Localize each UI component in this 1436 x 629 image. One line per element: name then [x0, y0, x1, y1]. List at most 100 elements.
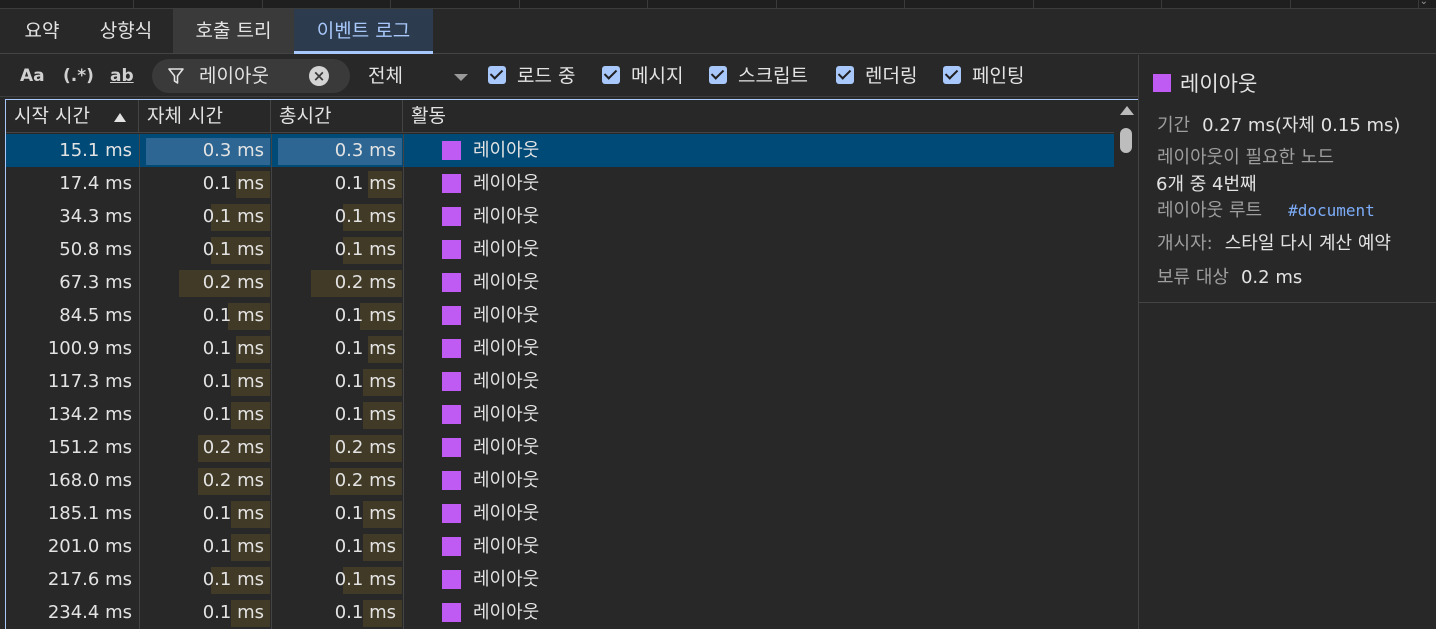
column-total-time[interactable]: 총시간 [271, 100, 403, 133]
self-time-text: 0.3 ms [202, 140, 264, 161]
table-row[interactable]: 17.4 ms 0.1 ms 0.1 ms 레이아웃 [6, 167, 1114, 200]
checkbox-label: 렌더링 [865, 65, 918, 87]
initiator-row: 개시자: 스타일 다시 계산 예약 [1157, 229, 1391, 255]
table-row[interactable]: 185.1 ms 0.1 ms 0.1 ms 레이아웃 [6, 497, 1114, 530]
layout-root-row: 레이아웃 루트 #document [1157, 196, 1375, 222]
dropdown-arrow-icon [454, 74, 468, 81]
table-row[interactable]: 117.3 ms 0.1 ms 0.1 ms 레이아웃 [6, 365, 1114, 398]
whole-word-button[interactable]: ab [110, 63, 134, 89]
column-label: 활동 [411, 105, 446, 127]
layout-category-swatch [442, 339, 461, 358]
activity-cell: 레이아웃 [403, 233, 1114, 266]
clear-filter-icon[interactable]: × [309, 66, 329, 86]
table-row[interactable]: 67.3 ms 0.2 ms 0.2 ms 레이아웃 [6, 266, 1114, 299]
self-time-cell: 0.1 ms [139, 398, 271, 431]
start-time-cell: 117.3 ms [6, 365, 139, 398]
total-time-cell: 0.1 ms [271, 365, 403, 398]
checkbox-messaging[interactable]: 메시지 [602, 65, 683, 87]
table-row[interactable]: 234.4 ms 0.1 ms 0.1 ms 레이아웃 [6, 596, 1114, 629]
table-row[interactable]: 34.3 ms 0.1 ms 0.1 ms 레이아웃 [6, 200, 1114, 233]
layout-category-swatch [442, 141, 461, 160]
table-row[interactable]: 100.9 ms 0.1 ms 0.1 ms 레이아웃 [6, 332, 1114, 365]
layout-category-swatch [442, 471, 461, 490]
start-time-cell: 217.6 ms [6, 563, 139, 596]
total-time-cell: 0.1 ms [271, 167, 403, 200]
start-time-text: 50.8 ms [59, 239, 132, 260]
column-label: 총시간 [279, 105, 332, 127]
checkbox-checked-icon[interactable] [709, 66, 727, 84]
regex-button[interactable]: (.*) [63, 63, 94, 89]
tab-bottom-up[interactable]: 상향식 [79, 9, 173, 53]
layout-category-swatch [442, 306, 461, 325]
table-row[interactable]: 217.6 ms 0.1 ms 0.1 ms 레이아웃 [6, 563, 1114, 596]
duration-filter-select[interactable]: 전체 [368, 59, 472, 93]
tab-event-log[interactable]: 이벤트 로그 [294, 9, 433, 54]
table-row[interactable]: 84.5 ms 0.1 ms 0.1 ms 레이아웃 [6, 299, 1114, 332]
self-time-text: 0.2 ms [202, 470, 264, 491]
details-tab-bar: 요약 상향식 호출 트리 이벤트 로그 [0, 9, 1436, 54]
checkbox-checked-icon[interactable] [602, 66, 620, 84]
self-time-cell: 0.1 ms [139, 299, 271, 332]
checkbox-checked-icon[interactable] [488, 66, 506, 84]
self-time-cell: 0.1 ms [139, 596, 271, 629]
activity-cell: 레이아웃 [403, 563, 1114, 596]
duration-row: 기간 0.27 ms(자체 0.15 ms) [1157, 111, 1400, 137]
start-time-text: 84.5 ms [59, 305, 132, 326]
match-case-button[interactable]: Aa [20, 63, 45, 89]
activity-text: 레이아웃 [473, 371, 540, 392]
layout-root-link[interactable]: #document [1288, 201, 1375, 220]
column-start-time[interactable]: 시작 시간 [6, 100, 139, 133]
total-time-cell: 0.1 ms [271, 299, 403, 332]
table-header: 시작 시간 자체 시간 총시간 활동 [6, 100, 1138, 133]
start-time-cell: 234.4 ms [6, 596, 139, 629]
activity-cell: 레이아웃 [403, 134, 1114, 167]
nodes-row-label: 레이아웃이 필요한 노드 [1157, 143, 1346, 169]
table-row[interactable]: 168.0 ms 0.2 ms 0.2 ms 레이아웃 [6, 464, 1114, 497]
self-time-text: 0.1 ms [202, 239, 264, 260]
timeline-tick [262, 0, 263, 8]
activity-cell: 레이아웃 [403, 200, 1114, 233]
duration-filter-value: 전체 [368, 65, 403, 87]
activity-text: 레이아웃 [473, 536, 540, 557]
filter-input[interactable]: 레이아웃 × [152, 59, 350, 93]
checkbox-scripting[interactable]: 스크립트 [709, 65, 808, 87]
layout-category-swatch [442, 372, 461, 391]
activity-text: 레이아웃 [473, 206, 540, 227]
total-time-text: 0.2 ms [334, 272, 396, 293]
activity-text: 레이아웃 [473, 272, 540, 293]
checkbox-rendering[interactable]: 렌더링 [836, 65, 917, 87]
activity-cell: 레이아웃 [403, 530, 1114, 563]
total-time-cell: 0.1 ms [271, 596, 403, 629]
total-time-text: 0.1 ms [334, 239, 396, 260]
tab-summary[interactable]: 요약 [5, 9, 79, 53]
column-self-time[interactable]: 자체 시간 [139, 100, 271, 133]
total-time-cell: 0.1 ms [271, 233, 403, 266]
total-time-text: 0.1 ms [334, 404, 396, 425]
checkbox-checked-icon[interactable] [943, 66, 961, 84]
total-time-text: 0.1 ms [334, 569, 396, 590]
self-time-cell: 0.1 ms [139, 167, 271, 200]
table-row[interactable]: 134.2 ms 0.1 ms 0.1 ms 레이아웃 [6, 398, 1114, 431]
total-time-text: 0.1 ms [334, 305, 396, 326]
initiator-value[interactable]: 스타일 다시 계산 예약 [1225, 233, 1391, 254]
table-row[interactable]: 151.2 ms 0.2 ms 0.2 ms 레이아웃 [6, 431, 1114, 464]
scroll-up-arrow-icon[interactable] [1120, 106, 1134, 115]
checkbox-painting[interactable]: 페인팅 [943, 65, 1024, 87]
vertical-scrollbar[interactable] [1114, 100, 1138, 629]
tab-call-tree[interactable]: 호출 트리 [173, 9, 294, 53]
table-row[interactable]: 15.1 ms 0.3 ms 0.3 ms 레이아웃 [6, 134, 1114, 167]
self-time-text: 0.1 ms [202, 536, 264, 557]
layout-category-swatch [442, 570, 461, 589]
self-time-cell: 0.1 ms [139, 530, 271, 563]
table-row[interactable]: 50.8 ms 0.1 ms 0.1 ms 레이아웃 [6, 233, 1114, 266]
scrollbar-thumb[interactable] [1120, 128, 1132, 153]
column-activity[interactable]: 활동 [403, 100, 1114, 133]
filter-input-value[interactable]: 레이아웃 [199, 59, 269, 93]
nodes-label: 레이아웃이 필요한 노드 [1157, 147, 1335, 168]
checkbox-loading[interactable]: 로드 중 [488, 65, 575, 87]
self-time-text: 0.1 ms [202, 371, 264, 392]
chevron-down-icon[interactable]: ⌄ [1420, 0, 1428, 7]
table-row[interactable]: 201.0 ms 0.1 ms 0.1 ms 레이아웃 [6, 530, 1114, 563]
layout-category-swatch [442, 438, 461, 457]
checkbox-checked-icon[interactable] [836, 66, 854, 84]
